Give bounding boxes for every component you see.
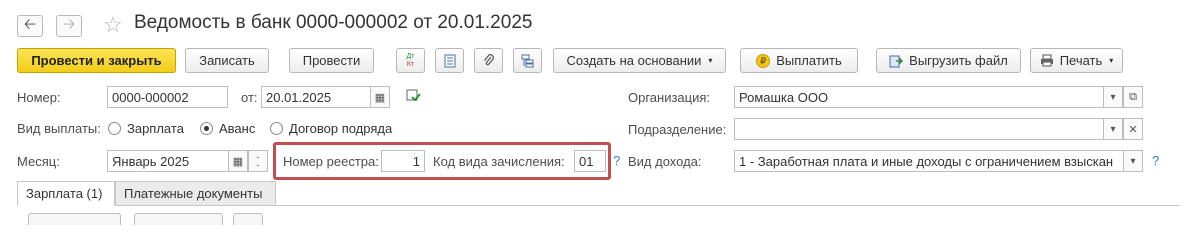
help-icon[interactable]: ? (1152, 153, 1159, 168)
organization-label: Организация: (628, 90, 711, 105)
calendar-icon: ▦ (374, 91, 386, 104)
table-toolbar-button[interactable] (28, 213, 121, 225)
calendar-icon: ▦ (232, 155, 244, 168)
list-button[interactable] (435, 48, 464, 73)
table-toolbar-button[interactable] (233, 213, 263, 225)
organization-field[interactable]: Ромашка ООО (734, 86, 1104, 108)
department-clear-button[interactable]: ✕ (1123, 118, 1143, 140)
chevron-down-icon: ▾ (1110, 123, 1116, 135)
post-and-close-button[interactable]: Провести и закрыть (17, 48, 176, 73)
export-label: Выгрузить файл (909, 53, 1008, 68)
month-calendar-button[interactable]: ▦ (228, 150, 248, 172)
printer-icon (1040, 54, 1053, 67)
month-field[interactable]: Январь 2025 (107, 150, 229, 172)
month-label: Месяц: (17, 154, 60, 169)
date-label: от: (241, 90, 258, 105)
export-file-icon (889, 55, 904, 67)
dt-kt-icon: Дт Кт (406, 52, 415, 68)
date-field[interactable]: 20.01.2025 (261, 86, 371, 108)
organization-open-button[interactable]: ⧉ (1123, 86, 1143, 108)
attach-button[interactable] (474, 48, 503, 73)
pay-button[interactable]: ₽ Выплатить (740, 48, 858, 73)
document-list-icon (444, 54, 455, 67)
pay-label: Выплатить (776, 53, 842, 68)
radio-advance-label[interactable]: Аванс (219, 121, 255, 136)
structure-button[interactable] (513, 48, 542, 73)
arrow-left-icon: 🡠 (23, 15, 37, 33)
post-button[interactable]: Провести (289, 48, 374, 73)
radio-contract-label[interactable]: Договор подряда (289, 121, 392, 136)
back-button[interactable]: 🡠 (17, 15, 43, 37)
document-check-icon[interactable] (406, 89, 421, 106)
coin-icon: ₽ (756, 53, 771, 68)
payment-type-label: Вид выплаты: (17, 121, 101, 136)
organization-dropdown[interactable]: ▾ (1103, 86, 1123, 108)
help-icon[interactable]: ? (613, 153, 620, 168)
radio-advance[interactable] (200, 122, 213, 135)
chevron-down-icon: ▾ (1110, 91, 1116, 103)
month-spin-button[interactable]: -- (248, 150, 268, 172)
create-based-on-button[interactable]: Создать на основании ▾ (553, 48, 726, 73)
highlight-box (273, 142, 611, 180)
dropdown-arrow-icon: ▾ (1109, 56, 1114, 65)
print-button[interactable]: Печать ▾ (1030, 48, 1123, 73)
create-based-label: Создать на основании (566, 53, 702, 68)
radio-salary[interactable] (108, 122, 121, 135)
dropdown-arrow-icon: ▾ (708, 56, 713, 65)
radio-contract[interactable] (270, 122, 283, 135)
paperclip-icon (483, 53, 494, 65)
hierarchy-icon (521, 54, 533, 67)
export-file-button[interactable]: Выгрузить файл (876, 48, 1021, 73)
star-icon[interactable]: ☆ (103, 12, 123, 38)
tab-payment-documents[interactable]: Платежные документы (115, 181, 276, 206)
department-label: Подразделение: (628, 122, 727, 137)
spin-down-icon: - (256, 160, 260, 170)
radio-salary-label[interactable]: Зарплата (127, 121, 184, 136)
print-label: Печать (1059, 53, 1103, 68)
income-type-dropdown[interactable]: ▾ (1123, 150, 1143, 172)
income-type-field[interactable]: 1 - Заработная плата и иные доходы с огр… (734, 150, 1124, 172)
department-dropdown[interactable]: ▾ (1103, 118, 1123, 140)
save-button[interactable]: Записать (185, 48, 269, 73)
income-type-label: Вид дохода: (628, 154, 702, 169)
calendar-button[interactable]: ▦ (370, 86, 390, 108)
table-toolbar-button[interactable] (134, 213, 223, 225)
open-form-icon: ⧉ (1129, 90, 1137, 103)
chevron-down-icon: ▾ (1130, 155, 1136, 167)
number-label: Номер: (17, 90, 61, 105)
tab-salary[interactable]: Зарплата (1) (17, 181, 115, 206)
number-field[interactable]: 0000-000002 (107, 86, 228, 108)
forward-button[interactable]: 🡢 (56, 15, 82, 37)
department-field[interactable] (734, 118, 1104, 140)
close-icon: ✕ (1128, 123, 1138, 136)
page-title: Ведомость в банк 0000-000002 от 20.01.20… (134, 12, 533, 33)
arrow-right-icon: 🡢 (62, 15, 76, 33)
dt-kt-button[interactable]: Дт Кт (396, 48, 425, 73)
